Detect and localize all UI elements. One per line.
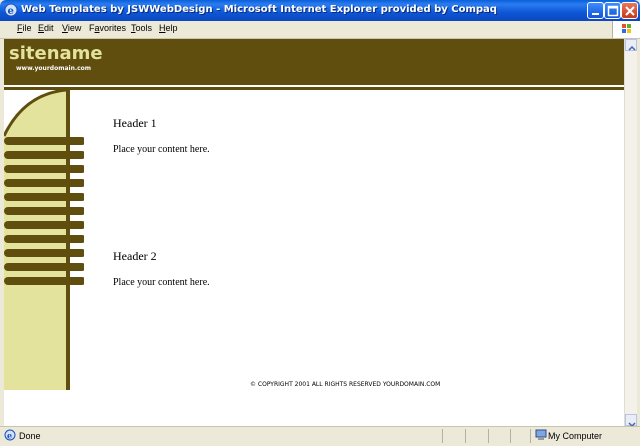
status-bar: e Done My Computer bbox=[0, 426, 640, 446]
maximize-button[interactable] bbox=[604, 2, 621, 19]
status-divider bbox=[510, 429, 511, 443]
site-banner: sitename www.yourdomain.com bbox=[4, 39, 624, 85]
ie-icon: e bbox=[4, 3, 18, 17]
menu-tools[interactable]: Tools bbox=[131, 23, 152, 33]
section-header-2: Header 2 bbox=[113, 249, 157, 263]
scroll-down-button[interactable] bbox=[625, 414, 637, 428]
scroll-up-button[interactable] bbox=[625, 39, 637, 51]
menu-file[interactable]: File bbox=[17, 23, 32, 33]
close-button[interactable] bbox=[621, 2, 638, 19]
security-zone: My Computer bbox=[548, 431, 603, 441]
menu-bar: File Edit View Favorites Tools Help bbox=[0, 21, 640, 39]
chevron-up-icon bbox=[628, 45, 636, 51]
site-url: www.yourdomain.com bbox=[16, 65, 92, 72]
site-logo[interactable]: sitename bbox=[9, 43, 103, 64]
windows-flag-icon bbox=[622, 24, 631, 33]
my-computer-icon bbox=[535, 429, 547, 440]
window-title: Web Templates by JSWWebDesign - Microsof… bbox=[21, 4, 497, 15]
menu-help[interactable]: Help bbox=[159, 23, 178, 33]
left-decoration bbox=[4, 90, 84, 390]
svg-text:e: e bbox=[8, 6, 14, 17]
menu-help-label: elp bbox=[165, 23, 178, 33]
close-icon bbox=[625, 6, 635, 16]
minimize-button[interactable] bbox=[587, 2, 604, 19]
svg-text:e: e bbox=[7, 431, 12, 441]
title-bar: e Web Templates by JSWWebDesign - Micros… bbox=[0, 0, 640, 21]
windows-logo bbox=[612, 21, 640, 38]
menu-edit[interactable]: Edit bbox=[38, 23, 54, 33]
menu-favorites-label: vorites bbox=[99, 23, 127, 33]
status-divider bbox=[488, 429, 489, 443]
section-body-2: Place your content here. bbox=[113, 277, 210, 288]
menu-tools-label: ools bbox=[135, 23, 153, 33]
menu-favorites[interactable]: Favorites bbox=[89, 23, 126, 33]
status-divider bbox=[442, 429, 443, 443]
menu-file-label: ile bbox=[22, 23, 32, 33]
section-header-1: Header 1 bbox=[113, 116, 157, 130]
minimize-icon bbox=[592, 13, 599, 15]
copyright-footer: © COPYRIGHT 2001 ALL RIGHTS RESERVED YOU… bbox=[250, 381, 441, 388]
banner-stripe bbox=[4, 87, 624, 90]
menu-view[interactable]: View bbox=[62, 23, 81, 33]
status-divider bbox=[530, 429, 531, 443]
menu-view-label: iew bbox=[67, 23, 82, 33]
page-done-icon: e bbox=[4, 429, 16, 441]
section-body-1: Place your content here. bbox=[113, 144, 210, 155]
menu-edit-label: dit bbox=[44, 23, 54, 33]
page-viewport: sitename www.yourdomain.com Header 1 Pla… bbox=[4, 39, 624, 426]
status-text: Done bbox=[19, 431, 41, 441]
vertical-scrollbar[interactable] bbox=[624, 39, 637, 428]
maximize-icon bbox=[607, 5, 619, 17]
status-divider bbox=[465, 429, 466, 443]
